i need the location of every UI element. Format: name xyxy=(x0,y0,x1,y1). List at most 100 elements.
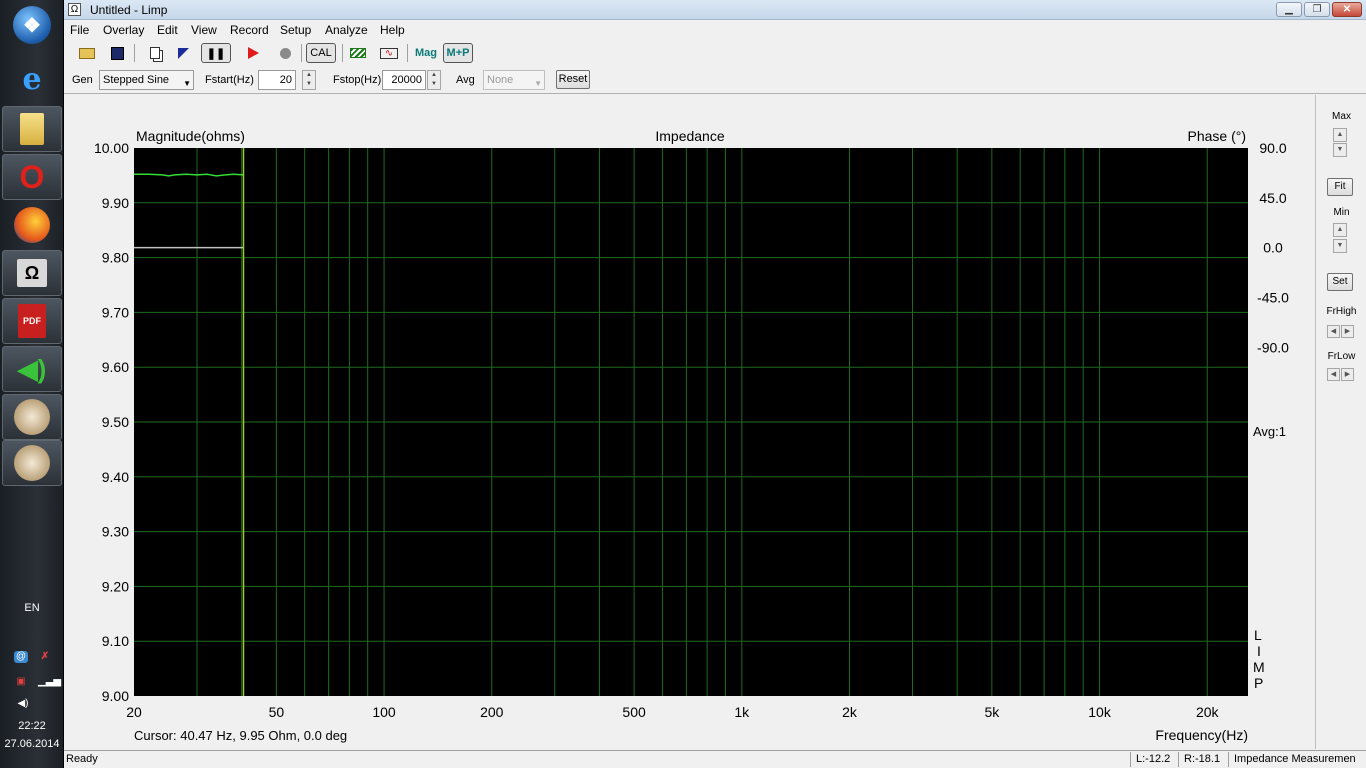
y-tick-label: 9.50 xyxy=(102,414,129,430)
taskbar-speaker-app[interactable]: ◀) xyxy=(2,346,62,392)
min-up-button[interactable]: ▲ xyxy=(1333,223,1347,237)
fit-button[interactable]: Fit xyxy=(1327,178,1353,196)
x-tick-label: 5k xyxy=(984,704,1000,720)
menu-bar: File Overlay Edit View Record Setup Anal… xyxy=(64,20,1366,40)
menu-help[interactable]: Help xyxy=(380,23,405,37)
menu-view[interactable]: View xyxy=(191,23,217,37)
toolbar-separator xyxy=(342,44,343,62)
cursor-readout: Cursor: 40.47 Hz, 9.95 Ohm, 0.0 deg xyxy=(134,728,347,743)
brand-letter-m: M xyxy=(1253,659,1265,675)
menu-edit[interactable]: Edit xyxy=(157,23,178,37)
frlow-right-button[interactable]: ▶ xyxy=(1341,368,1354,381)
chart-title: Impedance xyxy=(655,128,724,144)
sine-wave-icon: ∿ xyxy=(380,47,398,59)
y-tick-label: 9.70 xyxy=(102,304,129,320)
warning-tray-icon[interactable]: ✗ xyxy=(38,651,52,663)
taskbar-file-explorer[interactable] xyxy=(2,106,62,152)
scale-control-panel: Max ▲ ▼ Fit Min ▲ ▼ Set FrHigh ◀ ▶ FrLow… xyxy=(1317,95,1366,749)
generator-bar: Gen Stepped Sine ▼ Fstart(Hz) 20 ▲ ▼ Fsto… xyxy=(64,66,1366,94)
start-button[interactable]: ❖ xyxy=(2,2,62,48)
close-button[interactable]: ✕ xyxy=(1332,2,1362,17)
graph-panel[interactable]: 10.00 9.90 9.80 9.70 9.60 9.50 9.40 9.30 9.20 9.1… xyxy=(64,95,1316,749)
gen-label: Gen xyxy=(72,74,93,86)
minimize-button[interactable]: ▁ xyxy=(1276,2,1302,17)
min-down-button[interactable]: ▼ xyxy=(1333,239,1347,253)
firefox-icon xyxy=(14,207,50,243)
gen-select[interactable]: Stepped Sine ▼ xyxy=(99,70,194,90)
window-title: Untitled - Limp xyxy=(90,3,168,17)
taskbar-firefox[interactable] xyxy=(2,202,62,248)
overlay-hatch-button[interactable] xyxy=(347,43,369,63)
title-bar[interactable]: Ω Untitled - Limp ▁ ❐ ✕ xyxy=(64,0,1366,20)
menu-analyze[interactable]: Analyze xyxy=(325,23,368,37)
chevron-down-icon: ▼ xyxy=(183,79,191,88)
taskbar-opera[interactable]: O xyxy=(2,154,62,200)
fstop-input[interactable]: 20000 xyxy=(382,70,426,90)
network-tray-icon[interactable]: @ xyxy=(14,651,28,663)
fstart-stepper[interactable]: ▲ ▼ xyxy=(302,70,316,90)
omega-icon: Ω xyxy=(17,259,47,287)
waveform-button[interactable]: ∿ xyxy=(378,43,400,63)
limp-window: Ω Untitled - Limp ▁ ❐ ✕ File Overlay Edi… xyxy=(64,0,1366,768)
taskbar-pdf-reader[interactable]: PDF xyxy=(2,298,62,344)
play-button[interactable] xyxy=(242,43,264,63)
clock-date[interactable]: 27.06.2014 xyxy=(0,738,64,750)
restore-button[interactable]: ❐ xyxy=(1304,2,1330,17)
taskbar-paint-app-1[interactable] xyxy=(2,394,62,440)
mag-button[interactable]: Mag xyxy=(413,43,439,63)
gen-select-value: Stepped Sine xyxy=(103,74,170,86)
max-down-button[interactable]: ▼ xyxy=(1333,143,1347,157)
triangle-marker-icon xyxy=(177,47,189,59)
menu-record[interactable]: Record xyxy=(230,23,269,37)
impedance-graph[interactable]: 10.00 9.90 9.80 9.70 9.60 9.50 9.40 9.30 9.20 9.1… xyxy=(64,95,1316,749)
menu-setup[interactable]: Setup xyxy=(280,23,311,37)
taskbar-omega-app[interactable]: Ω xyxy=(2,250,62,296)
mag-phase-button[interactable]: M+P xyxy=(443,43,473,63)
app-icon[interactable]: Ω xyxy=(68,3,81,16)
status-mode: Impedance Measuremen xyxy=(1234,753,1356,765)
copy-button[interactable] xyxy=(144,43,166,63)
frhigh-left-button[interactable]: ◀ xyxy=(1327,325,1340,338)
save-button[interactable] xyxy=(106,43,128,63)
record-button[interactable] xyxy=(274,43,296,63)
reset-button[interactable]: Reset xyxy=(556,70,590,89)
y-tick-label: 9.10 xyxy=(102,633,129,649)
y2-tick-label: 90.0 xyxy=(1259,140,1286,156)
fstart-input[interactable]: 20 xyxy=(258,70,296,90)
menu-overlay[interactable]: Overlay xyxy=(103,23,144,37)
set-button[interactable]: Set xyxy=(1327,273,1353,291)
signal-tray-icon[interactable]: ▁▃▅ xyxy=(38,676,61,688)
taskbar-paint-app-2[interactable] xyxy=(2,440,62,486)
speaker-icon: ◀) xyxy=(17,353,47,384)
frlow-label: FrLow xyxy=(1327,351,1356,362)
hatch-icon xyxy=(350,48,366,58)
cal-button[interactable]: CAL xyxy=(306,43,336,63)
fstop-stepper[interactable]: ▲ ▼ xyxy=(427,70,441,90)
frhigh-right-button[interactable]: ▶ xyxy=(1341,325,1354,338)
y-tick-label: 9.60 xyxy=(102,359,129,375)
taskbar-internet-explorer[interactable]: e xyxy=(2,56,62,102)
fstart-label: Fstart(Hz) xyxy=(205,74,254,86)
menu-file[interactable]: File xyxy=(70,23,89,37)
status-bar: Ready L:-12.2 R:-18.1 Impedance Measurem… xyxy=(64,750,1366,768)
status-separator xyxy=(1130,752,1131,767)
clock-time[interactable]: 22:22 xyxy=(0,720,64,732)
avg-select-value: None xyxy=(487,74,514,86)
device-tray-icon[interactable]: ▣ xyxy=(14,676,28,688)
palette-icon xyxy=(14,399,50,435)
max-up-button[interactable]: ▲ xyxy=(1333,128,1347,142)
y2-tick-label: -90.0 xyxy=(1257,339,1289,355)
save-disk-icon xyxy=(110,46,124,60)
avg-select[interactable]: None ▼ xyxy=(483,70,545,90)
frlow-left-button[interactable]: ◀ xyxy=(1327,368,1340,381)
internet-explorer-icon: e xyxy=(22,61,42,97)
pause-button[interactable]: ❚❚ xyxy=(201,43,231,63)
marker-button[interactable] xyxy=(172,43,194,63)
language-indicator[interactable]: EN xyxy=(0,602,64,614)
y-tick-label: 9.30 xyxy=(102,524,129,540)
frhigh-label: FrHigh xyxy=(1326,306,1357,317)
x-tick-label: 10k xyxy=(1088,704,1112,720)
volume-tray-icon[interactable]: ◀) xyxy=(16,698,30,710)
y-tick-label: 9.80 xyxy=(102,250,129,266)
open-button[interactable] xyxy=(76,43,98,63)
